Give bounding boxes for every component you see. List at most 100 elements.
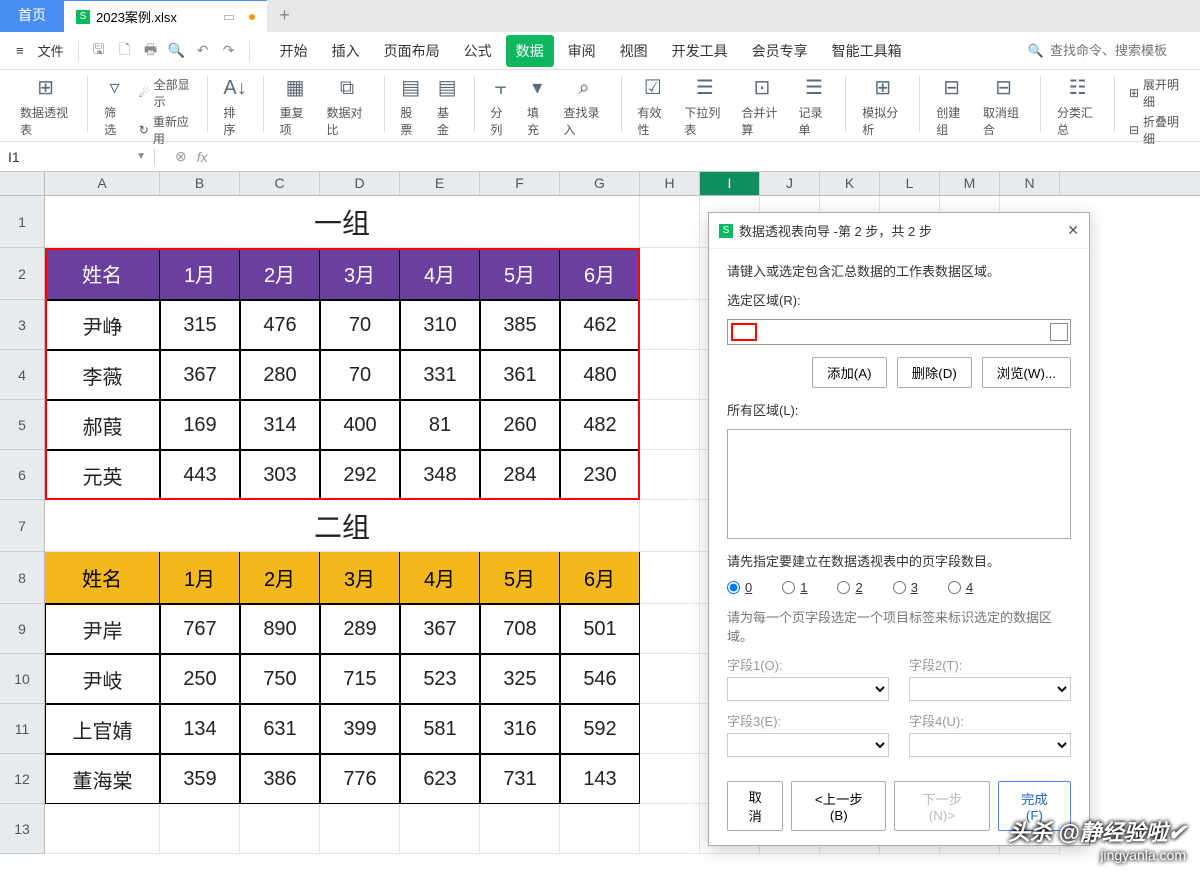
ribbon-tab[interactable]: 审阅: [558, 35, 606, 67]
cell[interactable]: 623: [400, 754, 480, 804]
cell[interactable]: 尹峥: [45, 300, 160, 350]
range-input[interactable]: [727, 319, 1071, 345]
print-icon[interactable]: 🖶: [139, 39, 163, 63]
tab-document[interactable]: S 2023案例.xlsx ▭: [64, 0, 267, 32]
cell[interactable]: 303: [240, 450, 320, 500]
cell[interactable]: 143: [560, 754, 640, 804]
cell[interactable]: 367: [400, 604, 480, 654]
cell[interactable]: 姓名: [45, 552, 160, 604]
cell[interactable]: 482: [560, 400, 640, 450]
cell[interactable]: 316: [480, 704, 560, 754]
ribbon-tab[interactable]: 插入: [322, 35, 370, 67]
cell[interactable]: [160, 804, 240, 854]
present-icon[interactable]: ▭: [223, 9, 235, 25]
search-input[interactable]: [1050, 43, 1190, 58]
cell[interactable]: 3月: [320, 248, 400, 300]
cell[interactable]: 890: [240, 604, 320, 654]
ribbon-tab[interactable]: 开始: [270, 35, 318, 67]
ribbon-tab[interactable]: 开发工具: [662, 35, 738, 67]
cell[interactable]: [640, 248, 700, 300]
cell[interactable]: 731: [480, 754, 560, 804]
cell[interactable]: 400: [320, 400, 400, 450]
cell[interactable]: 5月: [480, 248, 560, 300]
delete-button[interactable]: 删除(D): [897, 357, 972, 388]
cell[interactable]: 2月: [240, 248, 320, 300]
cell[interactable]: 284: [480, 450, 560, 500]
cancel-button[interactable]: 取消: [727, 781, 783, 831]
cell[interactable]: 501: [560, 604, 640, 654]
ribbon-tab[interactable]: 页面布局: [374, 35, 450, 67]
column-header[interactable]: L: [880, 172, 940, 195]
cell[interactable]: 郝葭: [45, 400, 160, 450]
cell[interactable]: 476: [240, 300, 320, 350]
cell[interactable]: 70: [320, 300, 400, 350]
command-search[interactable]: 🔍: [1028, 43, 1190, 59]
field3-select[interactable]: [727, 733, 889, 757]
column-header[interactable]: E: [400, 172, 480, 195]
stock-button[interactable]: ▤股票: [394, 76, 427, 138]
cell[interactable]: 70: [320, 350, 400, 400]
fx-icon[interactable]: fx: [197, 149, 208, 165]
record-button[interactable]: ☰记录单: [793, 76, 836, 138]
cell[interactable]: 尹岸: [45, 604, 160, 654]
column-header[interactable]: C: [240, 172, 320, 195]
cell[interactable]: 李薇: [45, 350, 160, 400]
sort-button[interactable]: A↓排序: [217, 76, 252, 138]
cell[interactable]: 81: [400, 400, 480, 450]
cell[interactable]: 2月: [240, 552, 320, 604]
cell[interactable]: 399: [320, 704, 400, 754]
reapply-button[interactable]: ↻重新应用: [139, 113, 193, 147]
row-header[interactable]: 10: [0, 654, 45, 704]
column-header[interactable]: D: [320, 172, 400, 195]
select-all-corner[interactable]: [0, 172, 45, 195]
cell[interactable]: 348: [400, 450, 480, 500]
column-header[interactable]: I: [700, 172, 760, 195]
page-count-option[interactable]: 0: [727, 580, 752, 595]
cell[interactable]: 708: [480, 604, 560, 654]
redo-icon[interactable]: ↷: [217, 39, 241, 63]
cell[interactable]: 260: [480, 400, 560, 450]
filter-button[interactable]: ▿筛选: [98, 76, 131, 138]
ribbon-tab[interactable]: 数据: [506, 35, 554, 67]
row-header[interactable]: 2: [0, 248, 45, 300]
field1-select[interactable]: [727, 677, 889, 701]
row-header[interactable]: 3: [0, 300, 45, 350]
split-button[interactable]: ⫟分列: [484, 76, 517, 138]
cell[interactable]: 314: [240, 400, 320, 450]
cell[interactable]: [640, 604, 700, 654]
column-header[interactable]: N: [1000, 172, 1060, 195]
validation-button[interactable]: ☑有效性: [631, 76, 674, 138]
cell[interactable]: 715: [320, 654, 400, 704]
cell[interactable]: 169: [160, 400, 240, 450]
prev-button[interactable]: <上一步(B): [791, 781, 886, 831]
lookup-button[interactable]: ⌕查找录入: [558, 76, 611, 138]
cell[interactable]: [640, 500, 700, 552]
row-header[interactable]: 13: [0, 804, 45, 854]
cell[interactable]: 767: [160, 604, 240, 654]
cell[interactable]: 4月: [400, 248, 480, 300]
cell[interactable]: [240, 804, 320, 854]
cell[interactable]: 592: [560, 704, 640, 754]
cell[interactable]: [480, 804, 560, 854]
cell[interactable]: [400, 804, 480, 854]
page-count-option[interactable]: 1: [782, 580, 807, 595]
cell[interactable]: 315: [160, 300, 240, 350]
fold-detail-button[interactable]: ⊟折叠明细: [1129, 113, 1182, 147]
cell[interactable]: [640, 654, 700, 704]
row-header[interactable]: 7: [0, 500, 45, 552]
ribbon-tab[interactable]: 会员专享: [742, 35, 818, 67]
name-box[interactable]: I1 ▼: [0, 149, 155, 165]
cell[interactable]: [320, 804, 400, 854]
consolidate-button[interactable]: ⊡合并计算: [735, 76, 788, 138]
cell[interactable]: 386: [240, 754, 320, 804]
ribbon-tab[interactable]: 智能工具箱: [822, 35, 912, 67]
cell[interactable]: 546: [560, 654, 640, 704]
duplicates-button[interactable]: ▦重复项: [274, 76, 317, 138]
field2-select[interactable]: [909, 677, 1071, 701]
ribbon-tab[interactable]: 公式: [454, 35, 502, 67]
group-button[interactable]: ⊟创建组: [930, 76, 973, 138]
cell[interactable]: 6月: [560, 248, 640, 300]
cell[interactable]: 一组: [45, 196, 640, 248]
expand-detail-button[interactable]: ⊞展开明细: [1129, 76, 1182, 110]
cell[interactable]: [640, 552, 700, 604]
